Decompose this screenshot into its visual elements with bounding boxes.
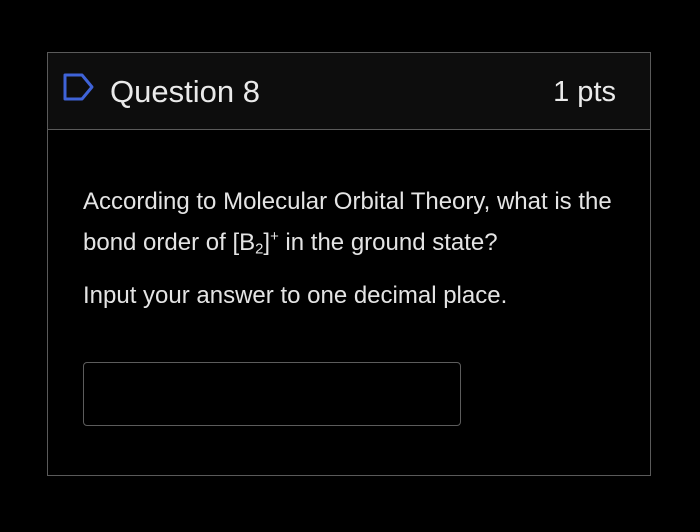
question-title: Question 8 — [110, 74, 260, 109]
question-card: Question 8 1 pts According to Molecular … — [47, 52, 651, 476]
answer-input[interactable] — [83, 362, 461, 426]
question-body: According to Molecular Orbital Theory, w… — [83, 181, 623, 311]
instruction-text: Input your answer to one decimal place. — [83, 282, 508, 309]
question-points: 1 pts — [553, 76, 616, 108]
question-header: Question 8 1 pts — [48, 53, 650, 130]
question-text-part3: in the ground state? — [278, 229, 498, 256]
flag-question-icon[interactable] — [62, 72, 96, 102]
question-text-superscript: + — [270, 229, 279, 246]
question-text: According to Molecular Orbital Theory, w… — [83, 181, 623, 263]
